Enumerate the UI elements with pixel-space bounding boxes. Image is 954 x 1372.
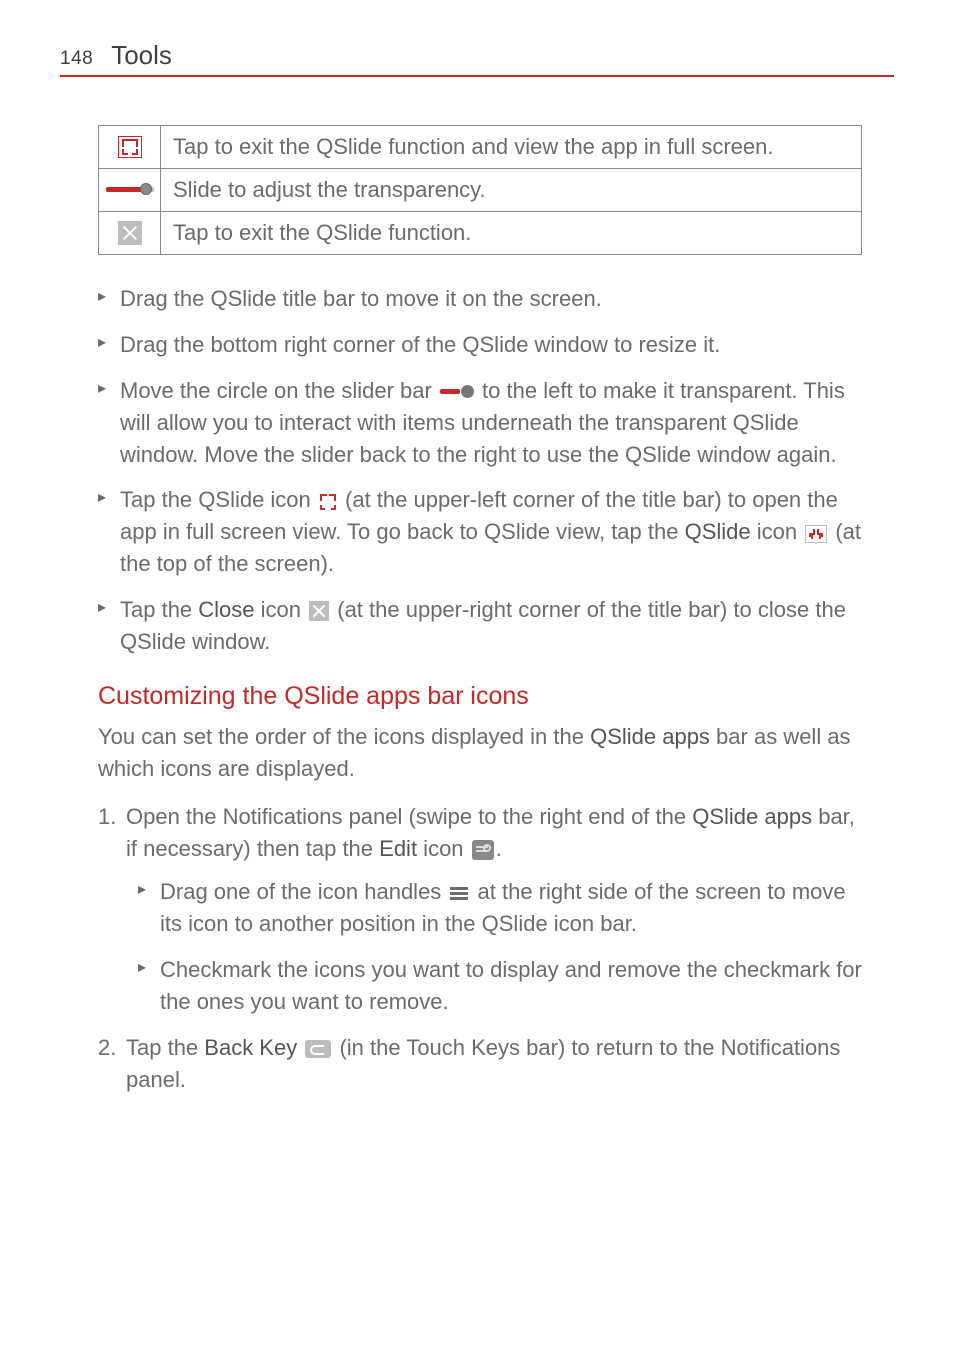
list-item: Drag the QSlide title bar to move it on … [98, 283, 862, 315]
bold-text: QSlide [685, 519, 751, 544]
list-item: Tap the Close icon (at the upper-right c… [98, 594, 862, 658]
close-icon [309, 601, 329, 621]
table-desc: Tap to exit the QSlide function. [161, 212, 862, 255]
icon-description-table: Tap to exit the QSlide function and view… [98, 125, 862, 255]
table-desc: Slide to adjust the transparency. [161, 169, 862, 212]
bold-text: Edit [379, 836, 417, 861]
list-item: Drag the bottom right corner of the QSli… [98, 329, 862, 361]
step-item: Tap the Back Key (in the Touch Keys bar)… [98, 1032, 862, 1096]
transparency-slider-cell [99, 169, 161, 212]
table-row: Tap to exit the QSlide function. [99, 212, 862, 255]
step-item: Open the Notifications panel (swipe to t… [98, 801, 862, 1018]
text: Tap the [126, 1035, 204, 1060]
section-intro: You can set the order of the icons displ… [98, 721, 862, 785]
text: icon [751, 519, 804, 544]
text: Open the Notifications panel (swipe to t… [126, 804, 692, 829]
table-desc: Tap to exit the QSlide function and view… [161, 126, 862, 169]
text: You can set the order of the icons displ… [98, 724, 590, 749]
transparency-slider-icon [106, 183, 154, 197]
list-item: Drag one of the icon handles at the righ… [138, 876, 862, 940]
text: Drag one of the icon handles [160, 879, 447, 904]
sub-bullets: Drag one of the icon handles at the righ… [138, 876, 862, 1018]
bold-text: QSlide apps [692, 804, 812, 829]
instruction-bullets: Drag the QSlide title bar to move it on … [98, 283, 862, 658]
page-header: 148 Tools [60, 40, 894, 77]
text: Move the circle on the slider bar [120, 378, 438, 403]
text: Tap the QSlide icon [120, 487, 317, 512]
text: Tap the [120, 597, 198, 622]
collapse-icon [805, 525, 827, 543]
close-icon-cell [99, 212, 161, 255]
list-item: Checkmark the icons you want to display … [138, 954, 862, 1018]
text [297, 1035, 303, 1060]
text: . [496, 836, 502, 861]
numbered-steps: Open the Notifications panel (swipe to t… [98, 801, 862, 1096]
table-row: Tap to exit the QSlide function and view… [99, 126, 862, 169]
close-icon [118, 221, 142, 245]
header-title: Tools [111, 40, 172, 71]
expand-icon-cell [99, 126, 161, 169]
slider-icon [440, 384, 474, 400]
drag-handle-icon [450, 887, 468, 901]
page: 148 Tools Tap to exit the QSlide functio… [0, 0, 954, 1150]
back-key-icon [305, 1040, 331, 1058]
page-number: 148 [60, 48, 93, 70]
fullscreen-icon [319, 494, 337, 510]
table-row: Slide to adjust the transparency. [99, 169, 862, 212]
text: icon [417, 836, 470, 861]
bold-text: Close [198, 597, 254, 622]
content-area: Tap to exit the QSlide function and view… [60, 125, 894, 1096]
text: icon [255, 597, 308, 622]
edit-icon [472, 840, 494, 860]
list-item: Tap the QSlide icon (at the upper-left c… [98, 484, 862, 580]
bold-text: Back Key [204, 1035, 297, 1060]
section-heading: Customizing the QSlide apps bar icons [98, 682, 862, 711]
bold-text: QSlide apps [590, 724, 710, 749]
expand-icon [118, 136, 142, 158]
list-item: Move the circle on the slider bar to the… [98, 375, 862, 471]
